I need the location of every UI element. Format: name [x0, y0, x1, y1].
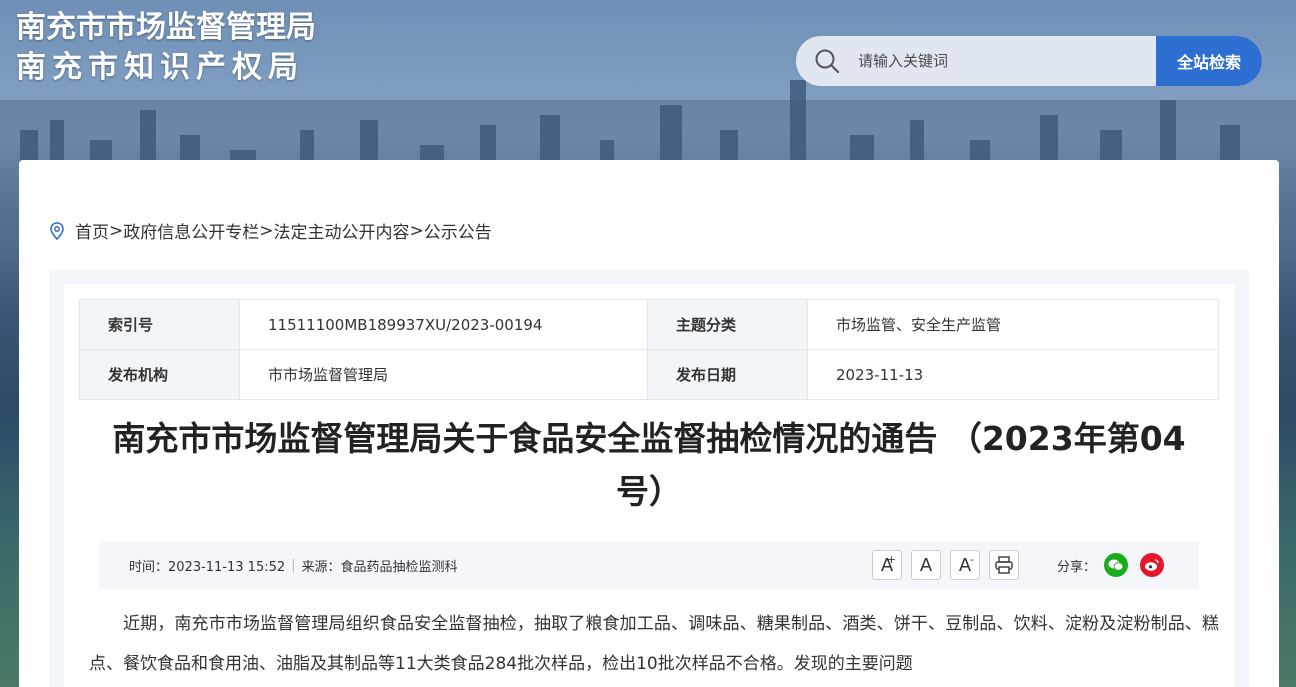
printer-icon: [995, 556, 1013, 574]
table-row: 发布机构 市市场监督管理局 发布日期 2023-11-13: [79, 349, 1219, 400]
breadcrumb-separator: >: [259, 220, 274, 241]
article-source: 来源：食品药品抽检监测科: [301, 559, 458, 575]
search-button[interactable]: 全站检索: [1156, 36, 1262, 86]
breadcrumb: 首页 > 政府信息公开专栏 > 法定主动公开内容 > 公示公告: [49, 218, 492, 243]
publisher-value: 市市场监督管理局: [239, 349, 648, 400]
index-value: 11511100MB189937XU/2023-00194: [239, 299, 648, 350]
article-title: 南充市市场监督管理局关于食品安全监督抽检情况的通告 （2023年第04号）: [112, 419, 1186, 511]
publish-time: 时间：2023-11-13 15:52: [129, 559, 286, 575]
date-value: 2023-11-13: [807, 349, 1219, 400]
breadcrumb-notices[interactable]: 公示公告: [424, 218, 492, 243]
breadcrumb-gov-info[interactable]: 政府信息公开专栏: [123, 218, 259, 243]
article-info-bar: 时间：2023-11-13 15:52 | 来源：食品药品抽检监测科 A + A …: [99, 541, 1199, 589]
font-reset-label: A: [919, 554, 933, 576]
print-button[interactable]: [989, 550, 1019, 580]
font-decrease-button[interactable]: A-: [950, 550, 980, 580]
publisher-label: 发布机构: [79, 349, 240, 400]
breadcrumb-separator: >: [109, 220, 124, 241]
share-section: 分享：: [1057, 541, 1176, 589]
content-panel: 索引号 11511100MB189937XU/2023-00194 主题分类 市…: [49, 270, 1249, 687]
search-icon: [814, 48, 840, 74]
article-container: 索引号 11511100MB189937XU/2023-00194 主题分类 市…: [64, 284, 1234, 687]
metadata-table: 索引号 11511100MB189937XU/2023-00194 主题分类 市…: [79, 299, 1219, 400]
font-reset-button[interactable]: A: [911, 550, 941, 580]
site-title-line2: 南充市知识产权局: [16, 50, 304, 85]
search-bar: 全站检索: [796, 36, 1262, 86]
weibo-icon[interactable]: [1140, 553, 1165, 577]
category-label: 主题分类: [647, 299, 808, 350]
info-separator: |: [291, 557, 296, 573]
table-row: 索引号 11511100MB189937XU/2023-00194 主题分类 市…: [79, 299, 1219, 350]
article-body: 近期，南充市市场监督管理局组织食品安全监督抽检，抽取了粮食加工品、调味品、糖果制…: [89, 614, 1219, 674]
category-value: 市场监管、安全生产监管: [807, 299, 1219, 350]
font-increase-button[interactable]: A +: [872, 550, 902, 580]
site-title-line1: 南充市市场监督管理局: [16, 10, 316, 45]
breadcrumb-separator: >: [409, 220, 424, 241]
location-pin-icon: [50, 221, 64, 240]
site-title[interactable]: 南充市市场监督管理局 南充市知识产权局: [16, 8, 316, 88]
date-label: 发布日期: [647, 349, 808, 400]
search-input[interactable]: [858, 52, 1128, 70]
index-label: 索引号: [79, 299, 240, 350]
share-label: 分享：: [1057, 559, 1097, 575]
breadcrumb-statutory[interactable]: 法定主动公开内容: [274, 218, 410, 243]
font-size-controls: A + A A-: [872, 550, 1019, 580]
main-card: 首页 > 政府信息公开专栏 > 法定主动公开内容 > 公示公告 索引号 1151…: [19, 160, 1279, 687]
breadcrumb-home[interactable]: 首页: [75, 218, 109, 243]
wechat-icon[interactable]: [1104, 553, 1129, 577]
